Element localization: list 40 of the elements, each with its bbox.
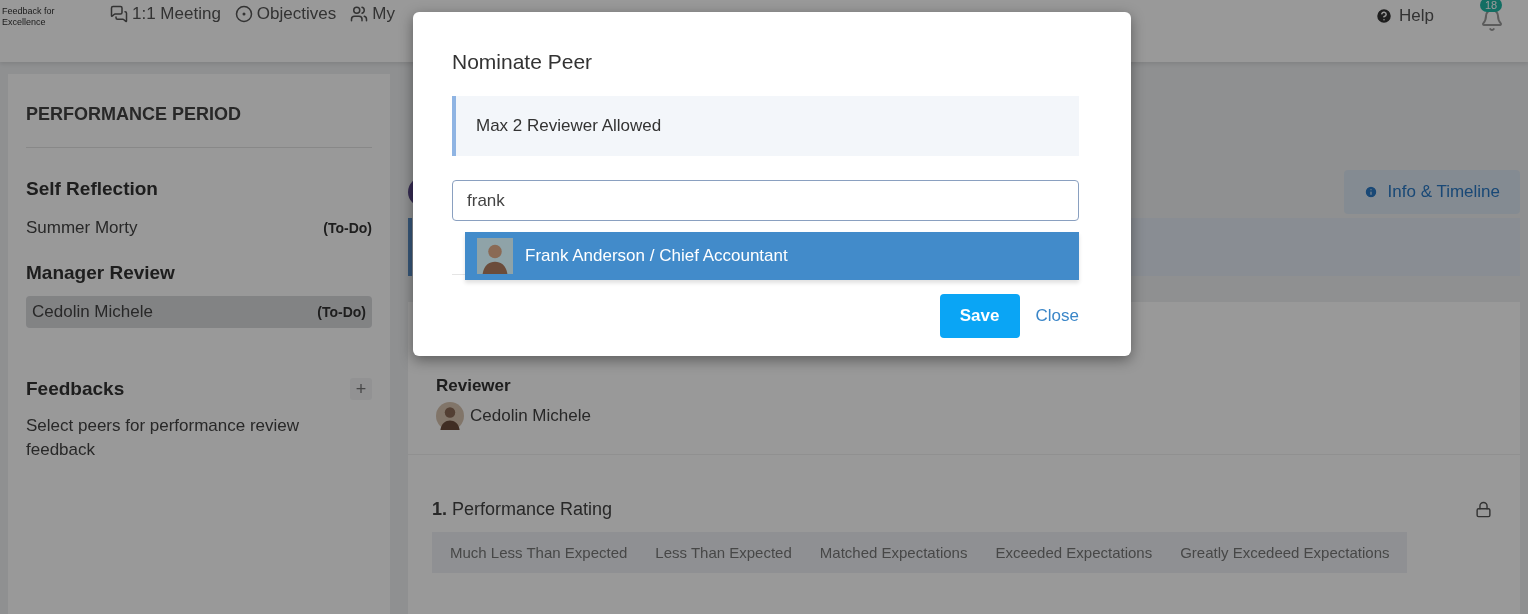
logo-text: Feedback for Excellence [2, 6, 56, 28]
status-label: (To-Do) [323, 220, 372, 236]
search-result[interactable]: Frank Anderson / Chief Accountant [465, 232, 1079, 280]
rating-option[interactable]: Exceeded Expectations [981, 532, 1167, 573]
rating-option[interactable]: Greatly Excedeed Expectations [1166, 532, 1404, 573]
feedback-hint: Select peers for performance review feedback [26, 415, 301, 461]
help-icon [1375, 7, 1394, 25]
nav-link[interactable]: 1:1 Meeting [110, 4, 221, 24]
review-item[interactable]: Summer Morty (To-Do) [26, 212, 372, 244]
reviewee-name: Cedolin Michele [32, 302, 153, 322]
nav-link[interactable]: Objectives [234, 4, 337, 24]
rating-option[interactable]: Matched Expectations [805, 532, 982, 573]
rating-option[interactable]: Less Than Expected [641, 532, 806, 573]
info-timeline-button[interactable]: Info & Timeline [1343, 170, 1520, 214]
notice-message: Max 2 Reviewer Allowed [452, 96, 1079, 156]
status-label: (To-Do) [317, 304, 366, 320]
nav-link[interactable]: My [350, 4, 395, 24]
avatar-icon [477, 238, 513, 274]
notification-count: 18 [1480, 0, 1503, 12]
review-item[interactable]: Cedolin Michele (To-Do) [26, 296, 372, 328]
section-heading: Manager Review [26, 262, 176, 284]
search-field[interactable]: frank [452, 180, 1079, 221]
add-button[interactable]: + [350, 378, 372, 400]
save-button[interactable]: Save [939, 294, 1020, 338]
info-icon [1363, 185, 1378, 199]
dialog-title: Nominate Peer [452, 50, 594, 74]
section-heading: Feedbacks [26, 378, 125, 400]
reviewer-name: Cedolin Michele [470, 406, 591, 426]
avatar-icon [436, 402, 464, 430]
rating-option[interactable]: Much Less Than Expected [436, 532, 642, 573]
question-title: 1. Performance Rating [432, 499, 613, 520]
sidebar-title: PERFORMANCE PERIOD [26, 74, 372, 148]
reviewee-name: Summer Morty [26, 218, 138, 238]
target-icon [234, 5, 253, 23]
help-link[interactable]: Help [1375, 6, 1434, 26]
close-link[interactable]: Close [1035, 306, 1079, 326]
reviewer-label: Reviewer [436, 376, 512, 396]
chat-icon [110, 5, 128, 23]
users-icon [350, 5, 369, 23]
section-heading: Self Reflection [26, 178, 159, 200]
